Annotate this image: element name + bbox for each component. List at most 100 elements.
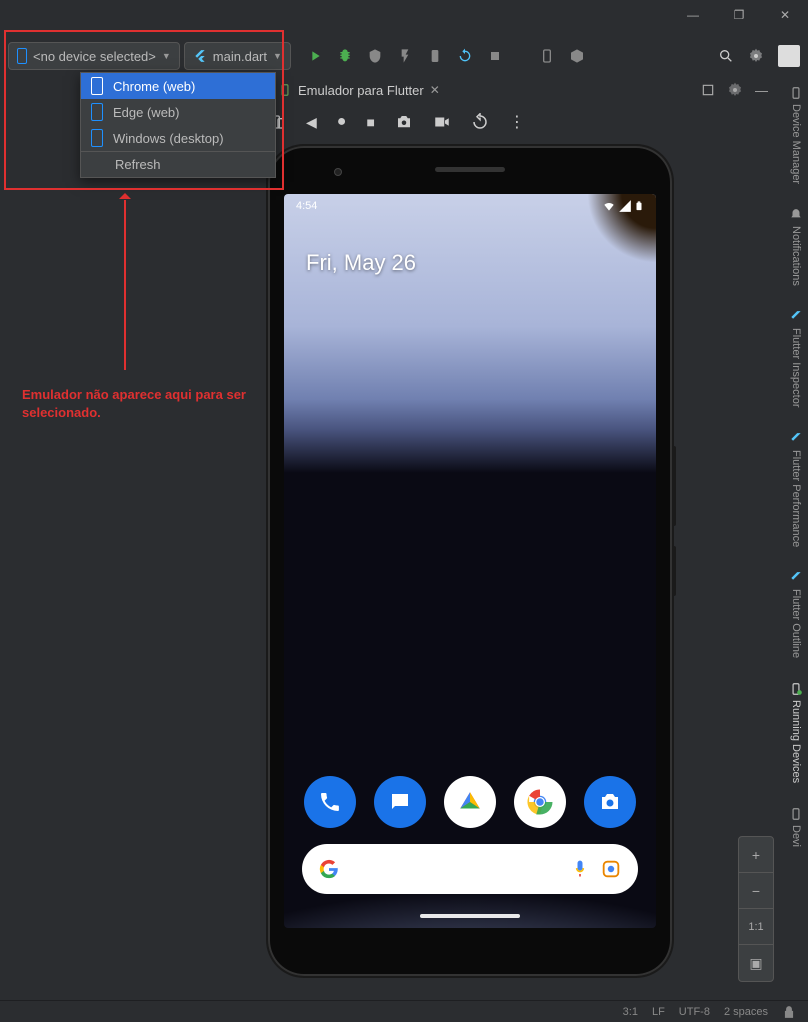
tab-emulator[interactable]: Emulador para Flutter ✕ — [270, 76, 448, 104]
panel-label: Notifications — [790, 226, 802, 286]
run-config-selector[interactable]: main.dart ▼ — [184, 42, 291, 70]
panel-notifications[interactable]: Notifications — [789, 202, 803, 292]
phone-icon — [91, 77, 103, 95]
more-icon[interactable]: ⋮ — [509, 112, 523, 132]
android-statusbar: 4:54 — [284, 194, 656, 218]
app-chrome[interactable] — [514, 776, 566, 828]
app-play-store[interactable] — [444, 776, 496, 828]
run-icon[interactable] — [307, 48, 323, 64]
emulator-icon — [278, 83, 292, 97]
phone-camera — [334, 168, 342, 176]
gear-icon[interactable] — [748, 48, 764, 64]
phone-icon — [91, 103, 103, 121]
phone-icon — [789, 682, 803, 696]
video-icon[interactable] — [433, 113, 451, 131]
flash-icon[interactable] — [397, 48, 413, 64]
annotation-arrow — [124, 200, 126, 370]
stop-icon[interactable] — [487, 48, 503, 64]
indent[interactable]: 2 spaces — [724, 1006, 768, 1018]
panel-devi[interactable]: Devi — [789, 801, 803, 853]
phone-icon — [789, 807, 803, 821]
rotate-icon[interactable] — [471, 113, 489, 131]
line-separator[interactable]: LF — [652, 1006, 665, 1018]
panel-device-manager[interactable]: Device Manager — [789, 80, 803, 190]
phone-screen[interactable]: 4:54 Fri, May 26 — [284, 194, 656, 928]
hot-reload-icon[interactable] — [457, 48, 473, 64]
coverage-icon[interactable] — [367, 48, 383, 64]
volume-button — [672, 446, 676, 526]
dropdown-item-chrome[interactable]: Chrome (web) — [81, 73, 275, 99]
run-config-label: main.dart — [213, 49, 267, 64]
nav-pill[interactable] — [420, 914, 520, 918]
readonly-icon[interactable] — [782, 1005, 796, 1019]
panel-label: Devi — [790, 825, 802, 847]
chevron-down-icon: ▼ — [273, 51, 282, 61]
power-button — [672, 546, 676, 596]
file-encoding[interactable]: UTF-8 — [679, 1006, 710, 1018]
panel-running-devices[interactable]: Running Devices — [789, 676, 803, 789]
panel-label: Running Devices — [790, 700, 802, 783]
phone-icon — [789, 86, 803, 100]
flutter-icon — [193, 49, 207, 63]
hide-icon[interactable]: — — [755, 83, 768, 98]
record-icon[interactable]: ● — [337, 113, 347, 131]
google-icon — [318, 858, 340, 880]
dropdown-refresh[interactable]: Refresh — [81, 151, 275, 177]
app-phone[interactable] — [304, 776, 356, 828]
flutter-icon — [789, 310, 803, 324]
flutter-icon — [789, 432, 803, 446]
emulator-viewport: 4:54 Fri, May 26 — [268, 146, 672, 976]
panel-label: Flutter Inspector — [790, 328, 802, 407]
device-dropdown: Chrome (web) Edge (web) Windows (desktop… — [80, 72, 276, 178]
signal-icon — [618, 199, 632, 213]
caret-position[interactable]: 3:1 — [623, 1006, 638, 1018]
phone-speaker — [435, 167, 505, 172]
panel-flutter-outline[interactable]: Flutter Outline — [789, 565, 803, 664]
google-searchbar[interactable] — [302, 844, 638, 894]
ide-statusbar: 3:1 LF UTF-8 2 spaces — [0, 1000, 808, 1022]
window-minimize[interactable]: — — [670, 0, 716, 30]
phone-icon — [17, 48, 27, 64]
chevron-down-icon: ▼ — [162, 51, 171, 61]
annotation-text: Emulador não aparece aqui para ser selec… — [22, 386, 262, 422]
back-icon[interactable]: ◀ — [306, 114, 317, 131]
phone-icon — [91, 129, 103, 147]
close-icon[interactable]: ✕ — [430, 83, 440, 97]
device-selector[interactable]: <no device selected> ▼ — [8, 42, 180, 70]
dropdown-item-edge[interactable]: Edge (web) — [81, 99, 275, 125]
dropdown-item-label: Chrome (web) — [113, 79, 195, 94]
window-close[interactable]: ✕ — [762, 0, 808, 30]
package-icon[interactable] — [569, 48, 585, 64]
zoom-fit[interactable]: ▣ — [739, 945, 773, 981]
search-icon[interactable] — [718, 48, 734, 64]
battery-icon — [634, 199, 644, 213]
panel-flutter-inspector[interactable]: Flutter Inspector — [789, 304, 803, 413]
window-maximize[interactable]: ❐ — [716, 0, 762, 30]
tab-label: Emulador para Flutter — [298, 83, 424, 98]
app-messages[interactable] — [374, 776, 426, 828]
phone-frame: 4:54 Fri, May 26 — [268, 146, 672, 976]
panel-flutter-performance[interactable]: Flutter Performance — [789, 426, 803, 553]
zoom-controls: + − 1:1 ▣ — [738, 836, 774, 982]
app-camera[interactable] — [584, 776, 636, 828]
avatar[interactable] — [778, 45, 800, 67]
debug-icon[interactable] — [337, 48, 353, 64]
attach-debugger-icon[interactable] — [427, 48, 443, 64]
camera-icon[interactable] — [395, 113, 413, 131]
gear-icon[interactable] — [727, 82, 743, 98]
dropdown-refresh-label: Refresh — [115, 157, 161, 172]
zoom-in[interactable]: + — [739, 837, 773, 873]
device-selector-label: <no device selected> — [33, 49, 156, 64]
zoom-out[interactable]: − — [739, 873, 773, 909]
dropdown-item-label: Edge (web) — [113, 105, 179, 120]
lens-icon[interactable] — [600, 858, 622, 880]
device-frame-icon[interactable] — [539, 48, 555, 64]
dropdown-item-windows[interactable]: Windows (desktop) — [81, 125, 275, 151]
zoom-actual[interactable]: 1:1 — [739, 909, 773, 945]
panel-label: Device Manager — [790, 104, 802, 184]
mic-icon[interactable] — [570, 859, 590, 879]
dock — [284, 776, 656, 828]
wifi-icon — [602, 199, 616, 213]
stop-icon[interactable]: ■ — [366, 114, 374, 130]
collapse-icon[interactable] — [701, 83, 715, 97]
